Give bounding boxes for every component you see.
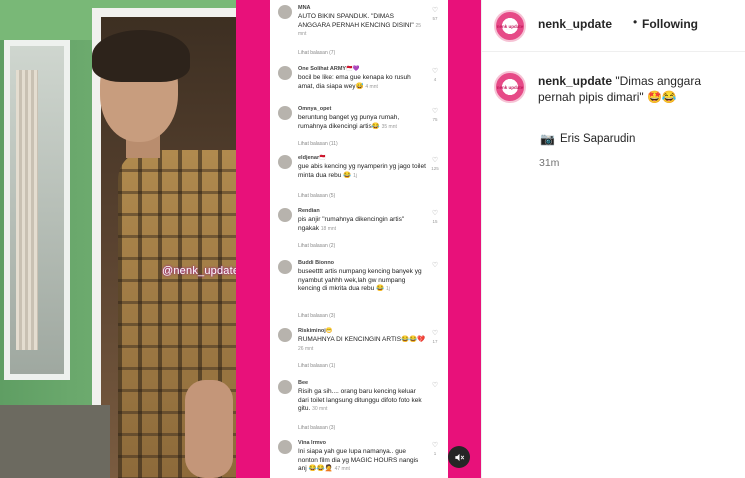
speaker-muted-icon	[454, 453, 464, 461]
heart-outline-icon: ♡ 17	[431, 330, 439, 344]
comment-text: Ini siapa yah gue lupa namanya.. gue non…	[298, 448, 419, 472]
view-replies: Lihat balasan (3)	[298, 313, 336, 319]
floor	[0, 405, 110, 478]
like-count: 17	[432, 339, 438, 344]
like-count: 57	[432, 16, 438, 21]
like-count: 75	[432, 117, 438, 122]
view-replies: Lihat balasan (5)	[298, 193, 336, 199]
comment-avatar	[278, 208, 292, 222]
heart-outline-icon: ♡ 1	[431, 442, 439, 456]
comment-time: 26 mnt	[298, 345, 314, 352]
comment-text: Risih ga sih.... orang baru kencing kelu…	[298, 388, 422, 412]
credit-name: Eris Saparudin	[559, 133, 636, 145]
caption-avatar[interactable]: nenk update	[494, 71, 526, 103]
curtain	[16, 70, 38, 350]
avatar-logo-text: nenk update	[496, 24, 524, 29]
comment-time: 18 mnt	[320, 225, 337, 232]
comment-time: 4 mnt	[365, 83, 378, 90]
comment-text: bocil be like: ema gue kenapa ko rusuh a…	[298, 74, 411, 90]
comment-avatar	[278, 260, 292, 274]
comment-text: RUMAHNYA DI KENCINGIN ARTIS😂😂💔 26 mnt	[298, 336, 426, 352]
mute-button[interactable]	[448, 446, 470, 468]
comment-time: 35 mnt	[381, 123, 397, 130]
heart-outline-icon: ♡ 57	[431, 7, 439, 21]
comment-username: Omnya_opet	[298, 106, 332, 112]
comment-time: 30 mnt	[312, 406, 328, 412]
heart-outline-icon: ♡	[431, 382, 439, 389]
watermark: @nenk_update	[162, 265, 236, 277]
following-button[interactable]: Following	[642, 17, 698, 31]
comment-avatar	[278, 5, 292, 19]
comment-avatar	[278, 440, 292, 454]
comment-text: buseetttt artis numpang kencing banyek y…	[298, 268, 422, 292]
view-replies: Lihat balasan (3)	[298, 425, 336, 431]
separator-dot: •	[633, 15, 638, 29]
comment-time: 1j	[353, 172, 357, 179]
comment-avatar	[278, 106, 292, 120]
like-count: 15	[432, 219, 438, 224]
post-header: nenk update nenk_update • Following	[482, 0, 745, 52]
camera-icon: 📷	[540, 132, 555, 146]
view-replies: Lihat balasan (11)	[298, 141, 338, 147]
comment-text: pis anjir "rumahnya dikencingin artis" n…	[298, 216, 405, 232]
profile-username[interactable]: nenk_update	[538, 17, 612, 31]
comment-avatar	[278, 380, 292, 394]
caption-username[interactable]: nenk_update	[538, 74, 612, 88]
comment-avatar	[278, 155, 292, 169]
video-frame-person: @nenk_update	[0, 0, 236, 478]
comment-text: gue abis kencing yg nyamperin yg jago to…	[298, 163, 426, 179]
caption-text: nenk_update "Dimas anggara pernah pipis …	[538, 73, 734, 105]
hand	[185, 380, 233, 478]
avatar-logo-text: nenk update	[496, 85, 524, 90]
heart-outline-icon: ♡ 4	[431, 68, 439, 82]
comment-username: MNA	[298, 5, 311, 11]
credit-line: 📷 Eris Saparudin	[540, 132, 635, 146]
heart-outline-icon: ♡ 75	[431, 108, 439, 122]
heart-outline-icon: ♡	[431, 262, 439, 269]
like-count: 125	[431, 166, 439, 171]
view-replies: Lihat balasan (7)	[298, 50, 336, 56]
comment-username: Bee	[298, 380, 309, 386]
comment-username: Rendian	[298, 208, 320, 214]
hair	[92, 30, 190, 82]
profile-avatar[interactable]: nenk update	[494, 10, 526, 42]
view-replies: Lihat balasan (2)	[298, 243, 336, 249]
view-replies: Lihat balasan (1)	[298, 363, 336, 369]
comment-time: 1j	[385, 286, 390, 292]
comment-time: 47 mnt	[334, 466, 350, 472]
comment-avatar	[278, 66, 292, 80]
comment-username: Vina Irmvo	[298, 440, 327, 446]
comment-text: beruntung banget yg punya rumah, rumahny…	[298, 114, 400, 130]
comment-username: eldjenar🇲🇨	[298, 155, 326, 161]
like-count: 1	[433, 451, 437, 456]
heart-outline-icon: ♡ 125	[431, 157, 439, 171]
heart-outline-icon: ♡ 15	[431, 210, 439, 224]
post-media[interactable]: @nenk_update MNA AUTO BIKIN SPANDUK. "DI…	[0, 0, 481, 478]
comment-text: AUTO BIKIN SPANDUK. "DIMAS ANGGARA PERNA…	[298, 13, 422, 37]
comment-username: One Solihat ARMY🇲🇨💜	[298, 66, 360, 72]
comment-username: Buddi Bionno	[298, 260, 335, 266]
comment-avatar	[278, 328, 292, 342]
comment-username: Riskiminoj😁	[298, 328, 333, 334]
like-count: 4	[433, 77, 437, 82]
post-time: 31m	[539, 157, 560, 169]
comments-screenshot: MNA AUTO BIKIN SPANDUK. "DIMAS ANGGARA P…	[270, 0, 448, 478]
post-sidebar: nenk update nenk_update • Following nenk…	[481, 0, 745, 478]
